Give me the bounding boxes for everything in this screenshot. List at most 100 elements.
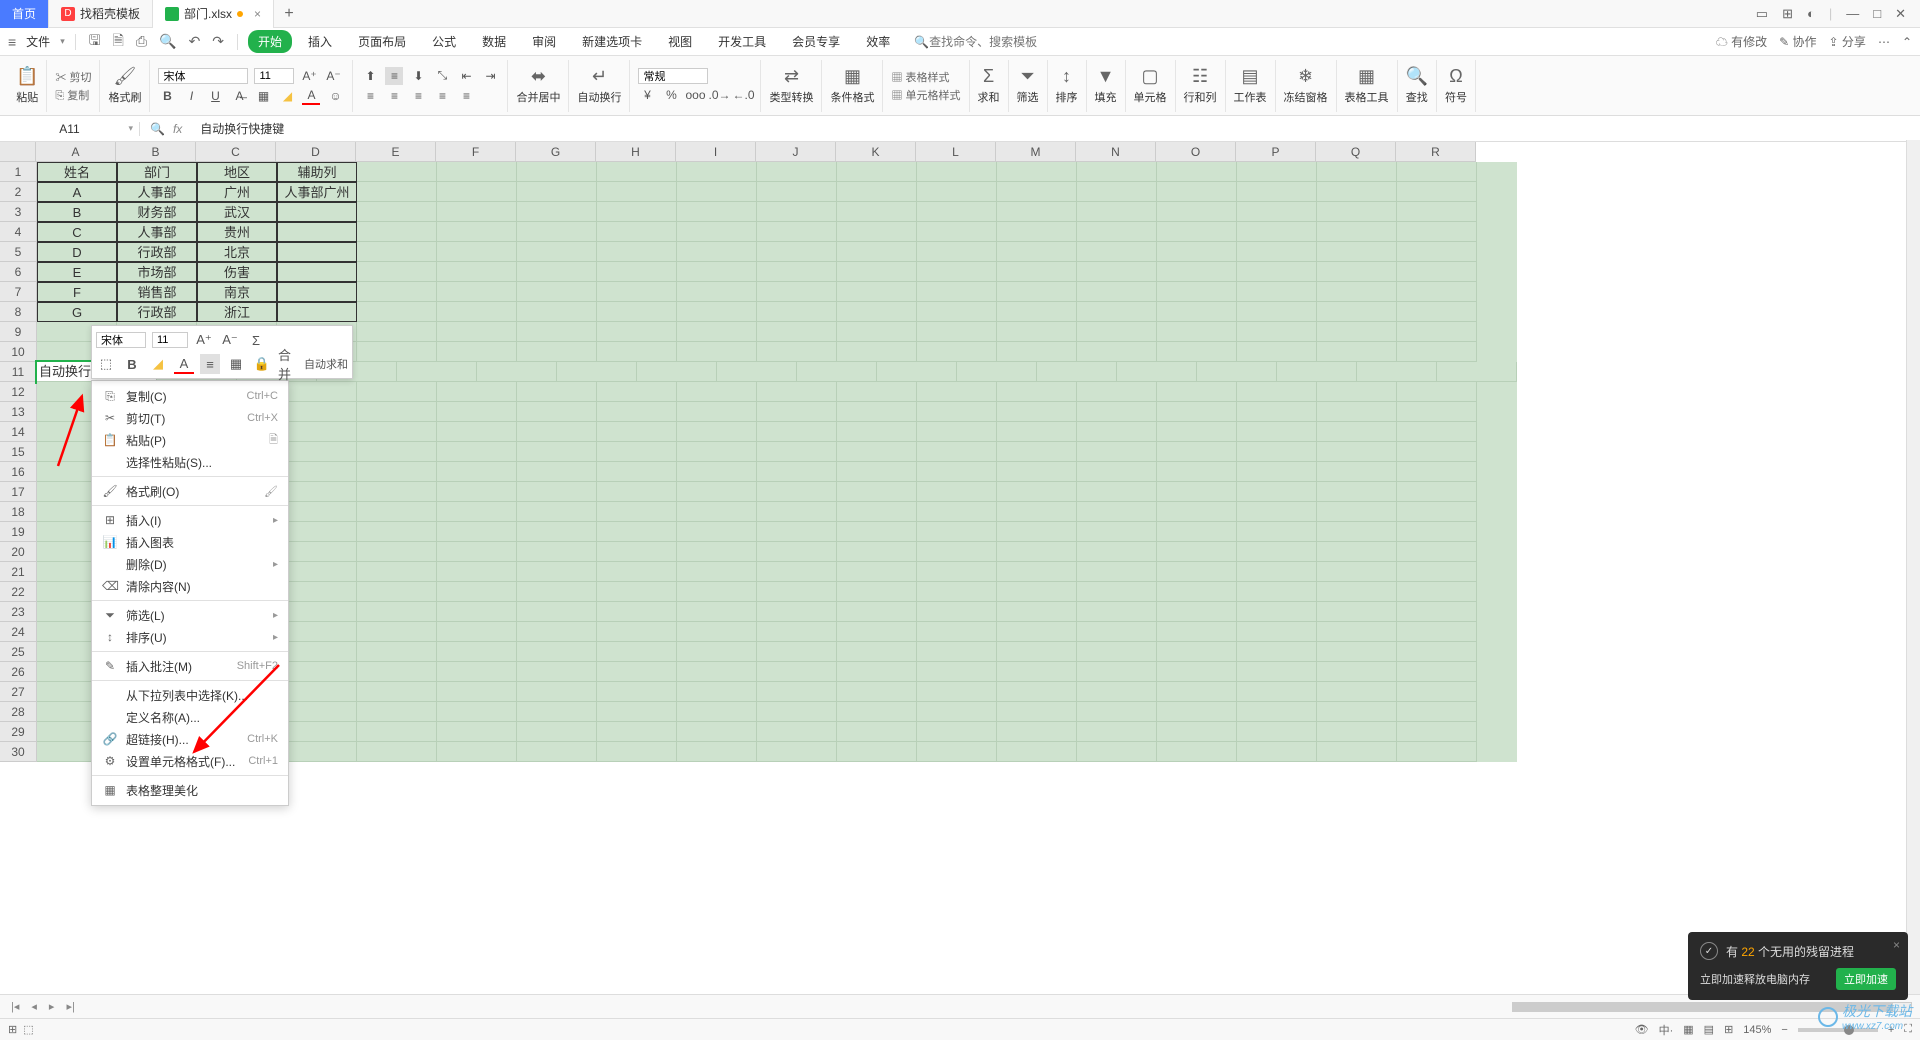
cell[interactable] [1397, 422, 1477, 442]
cell[interactable] [1237, 582, 1317, 602]
cell[interactable] [597, 222, 677, 242]
cell[interactable] [437, 482, 517, 502]
col-header[interactable]: Q [1316, 142, 1396, 161]
row-header[interactable]: 9 [0, 322, 36, 342]
cell[interactable] [1197, 362, 1277, 382]
cell[interactable] [517, 262, 597, 282]
align-justify[interactable]: ≡ [433, 87, 451, 105]
cell[interactable] [1397, 602, 1477, 622]
cell[interactable]: E [37, 262, 117, 282]
cell[interactable] [757, 342, 837, 362]
cell[interactable] [437, 582, 517, 602]
cell[interactable] [837, 562, 917, 582]
cell[interactable] [677, 402, 757, 422]
cell[interactable] [1157, 282, 1237, 302]
ctx-cut[interactable]: ✂剪切(T)Ctrl+X [92, 407, 288, 429]
cell[interactable] [517, 682, 597, 702]
cell[interactable] [517, 582, 597, 602]
cell[interactable] [517, 742, 597, 762]
sheet-last[interactable]: ▸| [63, 1000, 77, 1013]
cell[interactable] [997, 542, 1077, 562]
align-right[interactable]: ≡ [409, 87, 427, 105]
cell[interactable] [1237, 662, 1317, 682]
cell[interactable] [357, 682, 437, 702]
cell[interactable] [917, 462, 997, 482]
cell[interactable] [677, 702, 757, 722]
cell[interactable] [437, 342, 517, 362]
cell[interactable] [357, 302, 437, 322]
cell[interactable] [677, 642, 757, 662]
cell[interactable] [917, 322, 997, 342]
cell[interactable] [917, 542, 997, 562]
tabletool-button[interactable]: ▦表格工具 [1345, 66, 1389, 105]
cell[interactable] [677, 422, 757, 442]
cell[interactable] [277, 262, 357, 282]
cell[interactable] [997, 302, 1077, 322]
cell[interactable] [437, 682, 517, 702]
cell[interactable] [717, 362, 797, 382]
cut-button[interactable]: ✂ 剪切 [55, 69, 91, 85]
copy-button[interactable]: ⎘ 复制 [55, 87, 89, 103]
cell[interactable] [837, 662, 917, 682]
cell[interactable] [277, 742, 357, 762]
cell[interactable] [517, 662, 597, 682]
cell[interactable] [837, 682, 917, 702]
cell[interactable] [877, 362, 957, 382]
comma[interactable]: ооо [686, 86, 704, 104]
cell[interactable] [277, 622, 357, 642]
cell[interactable] [437, 262, 517, 282]
cell[interactable] [597, 182, 677, 202]
cell[interactable] [597, 282, 677, 302]
cell[interactable] [1237, 502, 1317, 522]
cell[interactable] [677, 382, 757, 402]
view-page-icon[interactable]: ▤ [1704, 1023, 1714, 1036]
cell[interactable] [1237, 542, 1317, 562]
cell[interactable] [1077, 282, 1157, 302]
col-header[interactable]: G [516, 142, 596, 161]
wrap-button[interactable]: ↵自动换行 [577, 66, 621, 105]
format-painter-button[interactable]: 🖌格式刷 [108, 66, 141, 105]
cell[interactable] [997, 202, 1077, 222]
cell[interactable] [1157, 662, 1237, 682]
cell[interactable] [1397, 242, 1477, 262]
cell[interactable] [1157, 442, 1237, 462]
cell[interactable] [997, 682, 1077, 702]
cell[interactable] [1397, 502, 1477, 522]
cell[interactable] [597, 402, 677, 422]
skin-icon[interactable]: ◐ [1807, 6, 1815, 21]
cell[interactable] [957, 362, 1037, 382]
cell[interactable] [1237, 242, 1317, 262]
col-header[interactable]: J [756, 142, 836, 161]
cell[interactable] [1077, 602, 1157, 622]
col-header[interactable]: I [676, 142, 756, 161]
cell[interactable] [437, 602, 517, 622]
align-bot[interactable]: ⬇ [409, 67, 427, 85]
cell[interactable] [1157, 302, 1237, 322]
cell[interactable] [437, 642, 517, 662]
cell[interactable] [597, 582, 677, 602]
cell[interactable] [837, 382, 917, 402]
cell[interactable] [437, 182, 517, 202]
cell[interactable] [917, 662, 997, 682]
cell[interactable] [1317, 582, 1397, 602]
view-normal-icon[interactable]: ▦ [1683, 1023, 1693, 1036]
cell[interactable]: 辅助列 [277, 162, 357, 182]
cell[interactable] [357, 502, 437, 522]
ribbon-tab-eff[interactable]: 效率 [856, 30, 900, 53]
cell[interactable] [917, 402, 997, 422]
cell[interactable] [757, 422, 837, 442]
cell[interactable] [837, 602, 917, 622]
cell[interactable] [517, 622, 597, 642]
cell[interactable] [1317, 222, 1397, 242]
cell[interactable] [997, 642, 1077, 662]
cell[interactable] [1077, 322, 1157, 342]
cell[interactable] [837, 582, 917, 602]
cell[interactable] [757, 242, 837, 262]
cell[interactable] [277, 382, 357, 402]
cell[interactable] [1157, 482, 1237, 502]
ribbon-tab-data[interactable]: 数据 [472, 30, 516, 53]
cell[interactable] [1157, 182, 1237, 202]
cell[interactable] [997, 242, 1077, 262]
ribbon-tab-review[interactable]: 审阅 [522, 30, 566, 53]
cell[interactable] [757, 302, 837, 322]
